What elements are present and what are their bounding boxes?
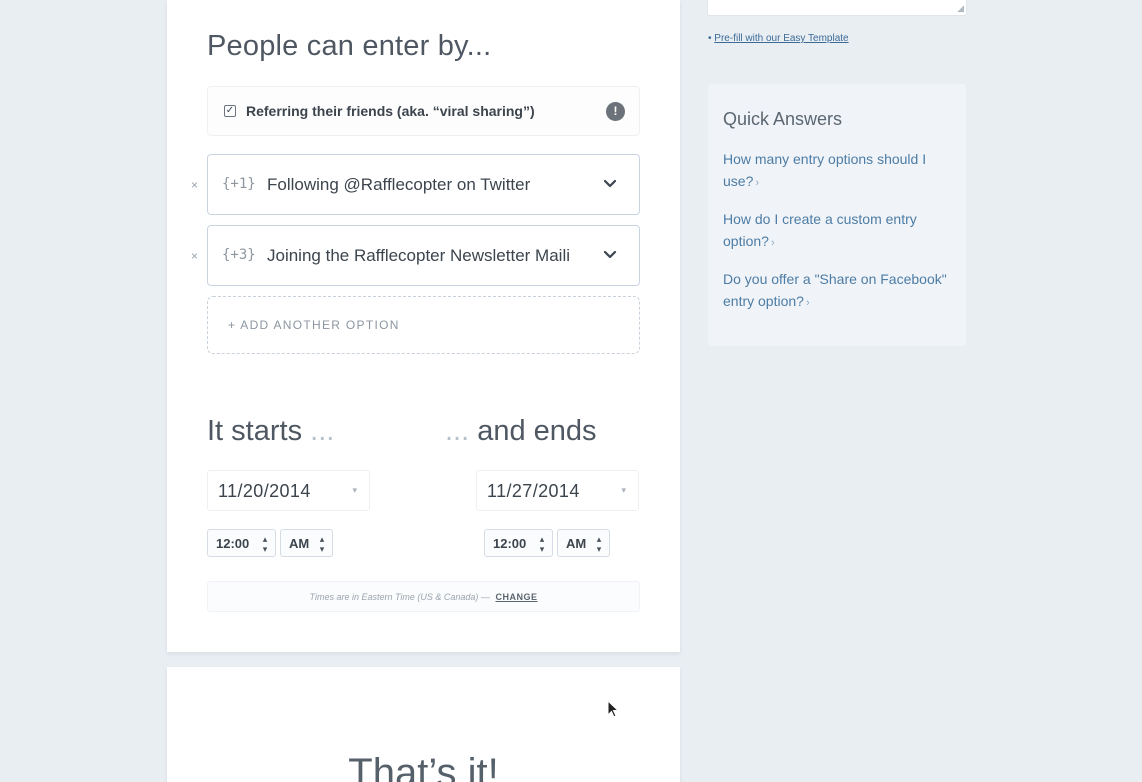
entry-option-label: Following @Rafflecopter on Twitter (267, 175, 531, 194)
info-icon[interactable]: ! (606, 102, 625, 121)
start-ampm-value: AM (289, 536, 310, 551)
viral-sharing-checkbox[interactable]: ✓ (224, 105, 236, 117)
final-section-title: That’s it! (348, 751, 499, 782)
bullet: • (708, 33, 712, 44)
viral-sharing-label: Referring their friends (aka. “viral sha… (246, 103, 535, 119)
spinner-icon: ▴▾ (318, 535, 328, 555)
start-ampm-select[interactable]: AM ▴▾ (280, 529, 333, 557)
end-date-value: 11/27/2014 (487, 481, 580, 501)
entry-points: {+3} (222, 247, 256, 263)
chevron-down-icon[interactable] (603, 177, 617, 191)
end-time-select[interactable]: 12:00 ▴▾ (484, 529, 553, 557)
quick-answers-title: Quick Answers (723, 109, 843, 129)
change-timezone-link[interactable]: CHANGE (495, 592, 537, 602)
quick-answer-link[interactable]: How do I create a custom entry option? › (723, 208, 955, 254)
viral-sharing-option[interactable]: ✓ Referring their friends (aka. “viral s… (207, 86, 640, 136)
remove-entry-button[interactable]: × (191, 178, 198, 192)
end-ampm-select[interactable]: AM ▴▾ (557, 529, 610, 557)
add-another-option-button[interactable]: + ADD ANOTHER OPTION (207, 296, 640, 354)
chevron-down-icon: ▾ (621, 485, 626, 495)
mouse-cursor-icon (607, 700, 620, 718)
timezone-text: Times are in Eastern Time (US & Canada) … (309, 592, 490, 602)
end-time-value: 12:00 (493, 536, 527, 551)
quick-answer-text: Do you offer a "Share on Facebook" entry… (723, 271, 947, 309)
entry-methods-card: People can enter by... ✓ Referring their… (167, 0, 680, 652)
end-date-input[interactable]: 11/27/2014 ▾ (476, 470, 639, 511)
spinner-icon: ▴▾ (538, 535, 548, 555)
spinner-icon: ▴▾ (595, 535, 605, 555)
quick-answer-link[interactable]: How many entry options should I use? › (723, 148, 955, 194)
quick-answer-text: How do I create a custom entry option? (723, 211, 917, 249)
start-date-value: 11/20/2014 (218, 481, 311, 501)
remove-entry-button[interactable]: × (191, 249, 198, 263)
arrow-right-icon: › (755, 177, 760, 189)
start-heading-dots: ... (302, 415, 335, 447)
start-heading: It starts ... (207, 415, 334, 448)
end-ampm-value: AM (566, 536, 587, 551)
start-heading-text: It starts (207, 415, 303, 447)
timezone-note: Times are in Eastern Time (US & Canada) … (207, 581, 640, 612)
arrow-right-icon: › (770, 237, 775, 249)
entry-option-twitter[interactable]: {+1} Following @Rafflecopter on Twitter (207, 154, 640, 215)
final-section-card: That’s it! (167, 667, 680, 782)
quick-answer-text: How many entry options should I use? (723, 151, 927, 189)
end-heading: ... and ends (445, 415, 597, 448)
entry-points: {+1} (222, 176, 256, 192)
add-option-label: + ADD ANOTHER OPTION (228, 318, 400, 332)
prefill-template-link[interactable]: Pre-fill with our Easy Template (714, 33, 848, 44)
entry-option-newsletter[interactable]: {+3} Joining the Rafflecopter Newsletter… (207, 225, 640, 286)
prefill-template-row: • Pre-fill with our Easy Template (708, 33, 849, 44)
resize-grip-icon[interactable]: ◢ (957, 3, 964, 14)
spinner-icon: ▴▾ (261, 535, 271, 555)
entry-section-title: People can enter by... (207, 30, 492, 62)
start-time-select[interactable]: 12:00 ▴▾ (207, 529, 276, 557)
chevron-down-icon: ▾ (352, 485, 357, 495)
start-date-input[interactable]: 11/20/2014 ▾ (207, 470, 370, 511)
arrow-right-icon: › (805, 297, 810, 309)
start-time-value: 12:00 (216, 536, 250, 551)
end-heading-text: and ends (477, 415, 597, 447)
description-textarea[interactable]: ◢ (707, 0, 967, 16)
quick-answers-panel: Quick Answers How many entry options sho… (708, 84, 966, 346)
quick-answer-link[interactable]: Do you offer a "Share on Facebook" entry… (723, 268, 955, 314)
end-heading-dots: ... (445, 415, 478, 447)
chevron-down-icon[interactable] (603, 248, 617, 262)
entry-option-label: Joining the Rafflecopter Newsletter Mail… (267, 246, 570, 265)
